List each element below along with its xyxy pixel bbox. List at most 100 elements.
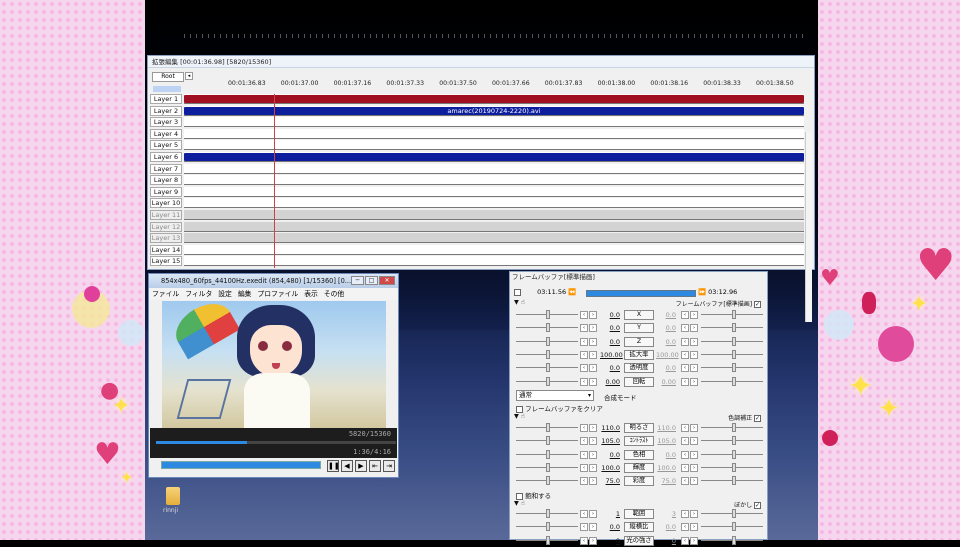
slider-thumb[interactable] <box>546 509 550 518</box>
increment-button[interactable]: › <box>690 510 698 518</box>
increment-button[interactable]: › <box>690 523 698 532</box>
decrement-button[interactable]: ‹ <box>580 324 588 333</box>
increment-button[interactable]: › <box>690 350 698 359</box>
layer-track[interactable] <box>184 210 804 220</box>
slider-thumb[interactable] <box>546 349 550 359</box>
blend-mode-select[interactable]: 通常 <box>516 390 594 401</box>
param-end-value[interactable]: 75.0 <box>656 477 676 485</box>
param-value[interactable]: 110.0 <box>600 424 620 432</box>
slider-thumb[interactable] <box>732 522 736 532</box>
saturate-checkbox[interactable] <box>516 492 523 500</box>
slider-thumb[interactable] <box>546 310 550 319</box>
param-name-button[interactable]: 透明度 <box>624 363 654 374</box>
go-start-button[interactable]: ⇤ <box>369 460 381 472</box>
increment-button[interactable]: › <box>589 311 597 319</box>
layer-label[interactable]: Layer 4 <box>150 128 182 139</box>
clear-checkbox[interactable] <box>516 405 523 413</box>
decrement-button[interactable]: ‹ <box>681 311 689 319</box>
slider-thumb[interactable] <box>546 522 550 532</box>
slider-thumb[interactable] <box>732 310 736 319</box>
decrement-button[interactable]: ‹ <box>580 450 588 459</box>
slider-thumb[interactable] <box>546 535 550 545</box>
slider-thumb[interactable] <box>732 476 736 486</box>
layer-label[interactable]: Layer 14 <box>150 244 182 255</box>
playback-progress[interactable] <box>156 441 396 444</box>
decrement-button[interactable]: ‹ <box>681 450 689 459</box>
video-clip[interactable]: amarec(20190724-2220).avi <box>184 106 804 115</box>
close-button[interactable]: ✕ <box>379 276 395 285</box>
increment-button[interactable]: › <box>589 463 597 472</box>
increment-button[interactable]: › <box>690 337 698 346</box>
increment-button[interactable]: › <box>589 536 597 545</box>
param-end-value[interactable]: 3 <box>656 510 676 518</box>
seek-bar[interactable] <box>161 461 321 469</box>
param-name-button[interactable]: 輝度 <box>624 462 654 473</box>
layer-label[interactable]: Layer 13 <box>150 233 182 244</box>
param-value[interactable]: 100.00 <box>600 351 623 359</box>
increment-button[interactable]: › <box>589 424 597 432</box>
zoom-indicator[interactable] <box>153 86 181 92</box>
param-name-button[interactable]: ｺﾝﾄﾗｽﾄ <box>624 436 654 447</box>
param-end-value[interactable]: 0.00 <box>656 378 676 386</box>
maximize-button[interactable]: □ <box>365 276 378 285</box>
param-end-value[interactable]: 0 <box>656 537 676 545</box>
param-value[interactable]: 0.0 <box>600 338 620 346</box>
slider-thumb[interactable] <box>732 436 736 446</box>
slider-thumb[interactable] <box>546 376 550 386</box>
section1-checkbox[interactable]: ✓ <box>754 301 761 308</box>
layer-track[interactable] <box>184 163 804 174</box>
prev-frame-button[interactable]: ◀ <box>341 460 353 472</box>
decrement-button[interactable]: ‹ <box>681 477 689 486</box>
slider-thumb[interactable] <box>732 535 736 545</box>
layer-label[interactable]: Layer 2 <box>150 105 182 116</box>
slider-thumb[interactable] <box>732 462 736 472</box>
param-name-button[interactable]: 縦横比 <box>624 522 654 533</box>
decrement-button[interactable]: ‹ <box>580 350 588 359</box>
increment-button[interactable]: › <box>690 536 698 545</box>
increment-button[interactable]: › <box>690 377 698 386</box>
slider-thumb[interactable] <box>546 363 550 373</box>
layer-track[interactable] <box>184 186 804 197</box>
param-value[interactable]: 105.0 <box>600 437 620 445</box>
param-value[interactable]: 75.0 <box>600 477 620 485</box>
slider-thumb[interactable] <box>546 323 550 333</box>
layer-label[interactable]: Layer 1 <box>150 94 182 104</box>
param-end-value[interactable]: 100.00 <box>656 351 679 359</box>
layer-track[interactable] <box>184 244 804 255</box>
layer-label[interactable]: Layer 9 <box>150 186 182 197</box>
param-name-button[interactable]: 彩度 <box>624 476 654 487</box>
decrement-button[interactable]: ‹ <box>681 424 689 432</box>
decrement-button[interactable]: ‹ <box>681 510 689 518</box>
section-toggle[interactable]: ▼ ☝ <box>514 299 525 306</box>
layer-track[interactable] <box>184 140 804 151</box>
increment-button[interactable]: › <box>589 510 597 518</box>
slider-thumb[interactable] <box>732 376 736 386</box>
param-end-value[interactable]: 105.0 <box>656 437 676 445</box>
slider-thumb[interactable] <box>732 423 736 432</box>
layer-label[interactable]: Layer 10 <box>150 198 182 209</box>
increment-button[interactable]: › <box>690 437 698 446</box>
param-name-button[interactable]: 明るさ <box>624 423 654 433</box>
slider-thumb[interactable] <box>732 363 736 373</box>
increment-button[interactable]: › <box>690 477 698 486</box>
param-value[interactable]: 1 <box>600 510 620 518</box>
slider-thumb[interactable] <box>732 509 736 518</box>
slider-thumb[interactable] <box>732 336 736 346</box>
layer-label[interactable]: Layer 15 <box>150 256 182 267</box>
slider-thumb[interactable] <box>732 449 736 459</box>
param-end-value[interactable]: 0.0 <box>656 311 676 319</box>
increment-button[interactable]: › <box>589 437 597 446</box>
folder-label[interactable]: rinnji <box>163 507 178 514</box>
section-toggle[interactable]: ▼ ☝ <box>514 500 525 507</box>
param-value[interactable]: 0.0 <box>600 364 620 372</box>
increment-button[interactable]: › <box>690 424 698 432</box>
play-pause-button[interactable]: ❚❚ <box>327 460 340 472</box>
menu-profile[interactable]: プロファイル <box>257 288 298 300</box>
param-name-button[interactable]: 範囲 <box>624 509 654 519</box>
increment-button[interactable]: › <box>690 311 698 319</box>
menu-filter[interactable]: フィルタ <box>185 288 212 300</box>
increment-button[interactable]: › <box>589 523 597 532</box>
slider-thumb[interactable] <box>732 323 736 333</box>
decrement-button[interactable]: ‹ <box>580 523 588 532</box>
param-end-value[interactable]: 0.0 <box>656 523 676 531</box>
